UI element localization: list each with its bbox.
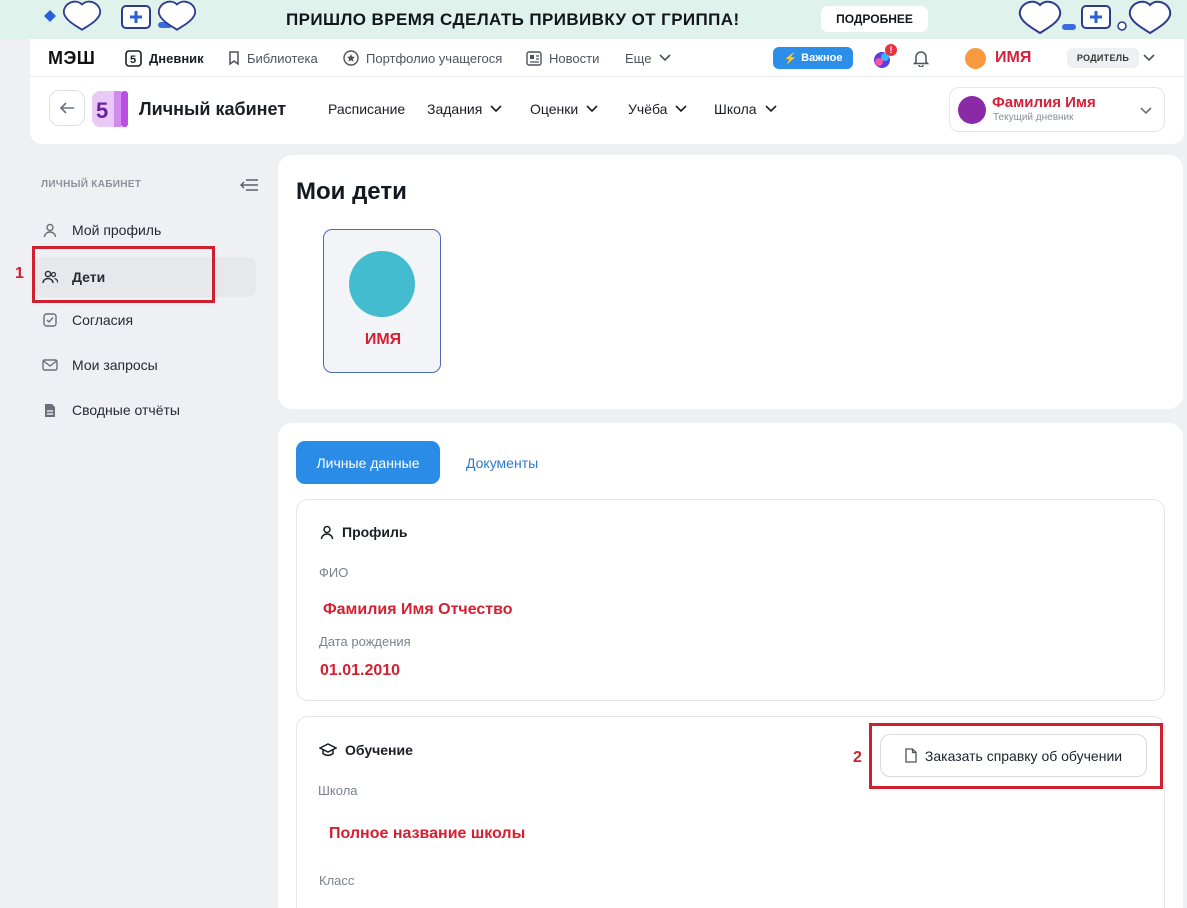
birth-date-label: Дата рождения [319,634,411,649]
sidebar-item-label: Сводные отчёты [72,402,180,418]
checkbox-icon [42,312,58,328]
bookmark-icon [229,50,239,65]
chevron-down-icon [659,54,672,62]
menu-tasks-label: Задания [427,101,483,117]
annotation-marker-2: 2 [853,749,862,766]
user-icon [42,222,58,238]
mesh-logo[interactable]: МЭШ [48,48,95,69]
sidebar-heading: ЛИЧНЫЙ КАБИНЕТ [41,179,142,190]
graduation-cap-icon [319,743,337,757]
nav-library[interactable]: Библиотека [228,39,318,77]
annotation-highlight-certificate [869,723,1163,789]
nav-library-label: Библиотека [247,50,318,66]
notification-badge: ! [885,44,897,56]
menu-school-label: Школа [714,101,757,117]
school-value: Полное название школы [329,825,526,842]
tab-documents[interactable]: Документы [466,455,538,471]
back-button[interactable] [49,90,85,126]
arrow-left-icon [59,102,74,114]
newspaper-icon [526,50,542,66]
menu-grades[interactable]: Оценки [530,101,598,117]
sidebar-item-reports[interactable]: Сводные отчёты [34,390,256,430]
apps-button[interactable]: ! [872,44,897,69]
page-header-title: Личный кабинет [139,99,287,119]
menu-school[interactable]: Школа [714,101,777,117]
profile-section [296,499,1165,701]
nav-portfolio-label: Портфолио учащегося [366,50,503,66]
menu-schedule-label: Расписание [328,101,406,117]
sidebar-item-consents[interactable]: Согласия [34,300,256,340]
banner-decoration-right [1018,0,1172,35]
nav-news-label: Новости [549,50,600,66]
nav-diary[interactable]: 5 Дневник [125,39,204,77]
nav-portfolio[interactable]: Портфолио учащегося [343,39,502,77]
nav-more-label: Еще [625,50,652,66]
education-section-title: Обучение [319,742,413,758]
diary-name: Фамилия Имя [992,94,1096,111]
child-avatar [349,251,415,317]
document-icon [42,402,58,418]
child-name: ИМЯ [364,331,402,348]
diary-avatar [958,96,986,124]
chevron-down-icon [1140,107,1152,115]
role-badge[interactable]: РОДИТЕЛЬ [1067,48,1139,68]
banner-more-button[interactable]: ПОДРОБНЕЕ [821,6,928,32]
class-label: Класс [319,873,355,888]
sidebar-item-label: Согласия [72,312,134,328]
global-nav: МЭШ 5 Дневник Библиотека Портфолио учаще… [30,39,1184,77]
nav-diary-label: Дневник [149,50,204,66]
user-avatar[interactable] [965,48,986,69]
page-title: Мои дети [296,178,407,205]
banner-decoration-left [44,0,196,31]
profile-section-title: Профиль [320,524,408,540]
menu-study-label: Учёба [628,101,668,117]
sidebar-item-profile[interactable]: Мой профиль [34,210,256,250]
star-badge-icon [343,50,359,66]
chevron-down-icon [675,105,688,113]
diary-5-icon: 5 [125,49,142,67]
important-label: Важное [801,52,843,64]
chevron-down-icon [764,105,777,113]
education-title-label: Обучение [345,742,413,758]
mail-icon [42,357,58,373]
nav-more[interactable]: Еще [625,39,672,77]
tab-personal-data[interactable]: Личные данные [296,441,440,484]
chevron-down-icon [490,105,502,113]
promo-banner: ПРИШЛО ВРЕМЯ СДЕЛАТЬ ПРИВИВКУ ОТ ГРИППА!… [0,0,1187,39]
fio-value: Фамилия Имя Отчество [323,601,513,618]
cabinet-header: 5 Личный кабинет Расписание Задания Оцен… [30,77,1184,144]
role-chevron-down-icon[interactable] [1143,54,1155,62]
bell-button[interactable] [912,49,930,72]
user-name[interactable]: ИМЯ [995,49,1031,67]
sidebar-item-label: Мой профиль [72,222,162,238]
collapse-sidebar-icon[interactable] [240,178,259,192]
menu-grades-label: Оценки [530,101,579,117]
profile-title-label: Профиль [342,524,408,540]
annotation-highlight-children [32,246,215,303]
nav-news[interactable]: Новости [526,39,599,77]
menu-tasks[interactable]: Задания [427,101,502,117]
menu-schedule[interactable]: Расписание [328,101,405,117]
current-diary-selector[interactable]: Фамилия Имя Текущий дневник [949,87,1165,132]
user-icon [320,525,334,539]
banner-text: ПРИШЛО ВРЕМЯ СДЕЛАТЬ ПРИВИВКУ ОТ ГРИППА! [286,10,740,29]
child-card[interactable]: ИМЯ [323,229,441,373]
annotation-marker-1: 1 [15,265,24,282]
lightning-icon: ⚡ [783,52,798,65]
sidebar-item-requests[interactable]: Мои запросы [34,345,256,385]
svg-text:5: 5 [96,98,108,123]
diary-app-icon: 5 [92,91,128,127]
chevron-down-icon [586,105,598,113]
diary-subtitle: Текущий дневник [993,112,1074,123]
school-label: Школа [318,783,358,798]
menu-study[interactable]: Учёба [628,101,688,117]
fio-label: ФИО [319,565,349,580]
svg-text:5: 5 [130,54,136,66]
birth-date-value: 01.01.2010 [320,662,401,679]
sidebar-item-label: Мои запросы [72,357,158,373]
bell-icon [912,51,930,68]
important-button[interactable]: ⚡ Важное [773,47,853,69]
